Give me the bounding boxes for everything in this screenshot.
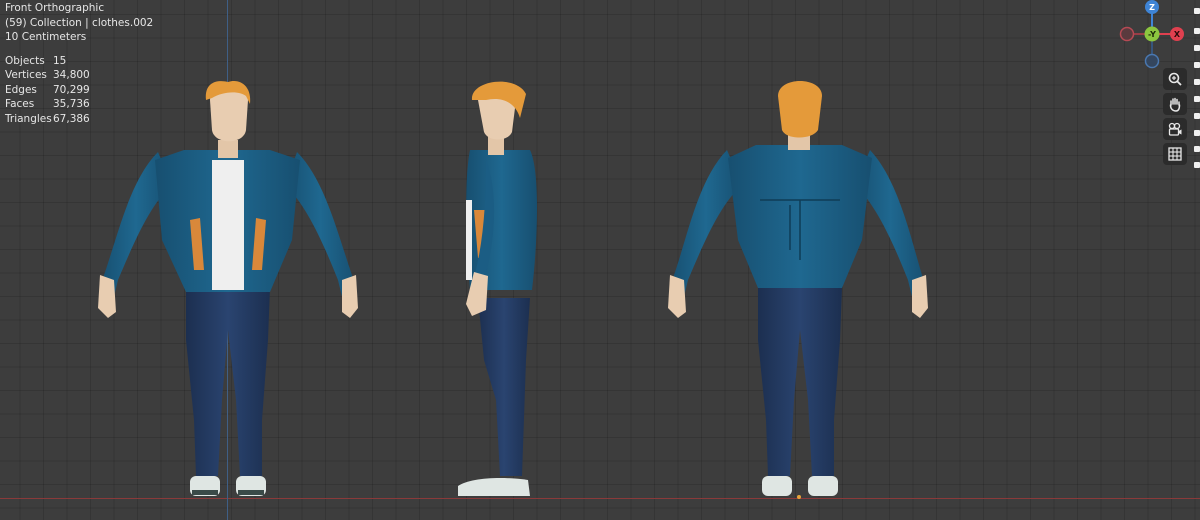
strip-toggle-icon[interactable] bbox=[1194, 146, 1200, 152]
strip-toggle-icon[interactable] bbox=[1194, 28, 1200, 34]
strip-toggle-icon[interactable] bbox=[1194, 96, 1200, 102]
stat-row-objects: Objects 15 bbox=[5, 54, 153, 69]
character-front-view[interactable] bbox=[98, 80, 358, 496]
3d-viewport[interactable]: Front Orthographic (59) Collection | clo… bbox=[0, 0, 1200, 520]
strip-toggle-icon[interactable] bbox=[1194, 79, 1200, 85]
stat-value: 67,386 bbox=[53, 112, 90, 125]
stat-value: 35,736 bbox=[53, 98, 90, 110]
grid-scale-label: 10 Centimeters bbox=[5, 31, 87, 43]
stat-value: 34,800 bbox=[53, 69, 90, 81]
gizmo-neg-z-ball[interactable] bbox=[1144, 53, 1160, 69]
camera-view-icon bbox=[1168, 122, 1182, 136]
scene-origin-marker bbox=[797, 495, 801, 499]
character-back-view[interactable] bbox=[668, 81, 928, 496]
navigation-gizmo[interactable]: Z X -Y bbox=[1112, 0, 1192, 70]
gizmo-z-label: Z bbox=[1149, 3, 1155, 12]
outliner-edge-strip[interactable] bbox=[1194, 0, 1200, 520]
strip-toggle-icon[interactable] bbox=[1194, 45, 1200, 51]
stat-label: Triangles bbox=[5, 112, 52, 125]
pan-button[interactable] bbox=[1163, 93, 1187, 115]
viewport-info-overlay: Front Orthographic (59) Collection | clo… bbox=[5, 1, 153, 126]
stat-label: Edges bbox=[5, 83, 37, 96]
stat-row-faces: Faces 35,736 bbox=[5, 97, 153, 112]
stat-label: Objects bbox=[5, 54, 45, 67]
collection-label: (59) Collection | clothes.002 bbox=[5, 16, 154, 29]
character-side-view[interactable] bbox=[458, 81, 537, 496]
strip-toggle-icon[interactable] bbox=[1194, 113, 1200, 119]
view-name: Front Orthographic bbox=[5, 2, 105, 14]
gizmo-y-label: -Y bbox=[1148, 30, 1156, 39]
zoom-icon bbox=[1168, 72, 1182, 86]
zoom-button[interactable] bbox=[1163, 68, 1187, 90]
stat-row-triangles: Triangles 67,386 bbox=[5, 112, 153, 127]
strip-toggle-icon[interactable] bbox=[1194, 130, 1200, 136]
stat-value: 70,299 bbox=[53, 83, 90, 96]
strip-toggle-icon[interactable] bbox=[1194, 8, 1200, 14]
character-models[interactable] bbox=[0, 0, 1200, 520]
grid-toggle-button[interactable] bbox=[1163, 143, 1187, 165]
strip-toggle-icon[interactable] bbox=[1194, 62, 1200, 68]
stat-value: 15 bbox=[53, 54, 67, 67]
scene-statistics: Objects 15 Vertices 34,800 Edges 70,299 … bbox=[5, 54, 153, 127]
strip-toggle-icon[interactable] bbox=[1194, 162, 1200, 168]
stat-label: Faces bbox=[5, 98, 35, 110]
grid-toggle-icon bbox=[1168, 147, 1182, 161]
stat-row-vertices: Vertices 34,800 bbox=[5, 68, 153, 83]
camera-view-button[interactable] bbox=[1163, 118, 1187, 140]
hand-pan-icon bbox=[1169, 97, 1181, 112]
stat-row-edges: Edges 70,299 bbox=[5, 83, 153, 98]
gizmo-neg-x-ball[interactable] bbox=[1119, 26, 1135, 42]
stat-label: Vertices bbox=[5, 69, 47, 81]
gizmo-x-label: X bbox=[1174, 30, 1181, 39]
